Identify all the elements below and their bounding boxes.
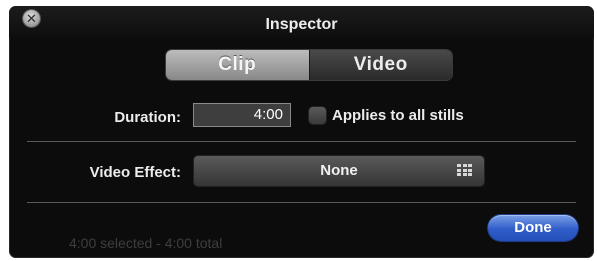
- selection-status-text: 4:00 selected - 4:00 total: [69, 235, 223, 251]
- video-effect-label: Video Effect:: [89, 164, 181, 181]
- clip-video-segmented-control: Clip Video: [166, 50, 452, 80]
- video-effect-select[interactable]: None: [194, 156, 484, 186]
- done-button[interactable]: Done: [488, 215, 578, 241]
- window-title: Inspector: [265, 16, 338, 33]
- duration-label: Duration:: [114, 109, 181, 126]
- divider: [27, 141, 576, 142]
- applies-to-all-stills-label[interactable]: Applies to all stills: [332, 107, 464, 124]
- video-effect-value: None: [320, 162, 358, 179]
- divider: [27, 202, 576, 203]
- inspector-panel: ✕ Inspector Clip Video Duration: 4:00 Ap…: [9, 6, 594, 258]
- grid-icon: [457, 164, 472, 177]
- tab-clip[interactable]: Clip: [166, 50, 309, 80]
- title-bar: ✕ Inspector: [9, 6, 594, 38]
- duration-field[interactable]: 4:00: [193, 103, 291, 127]
- tab-video[interactable]: Video: [308, 50, 452, 80]
- applies-to-all-stills-checkbox[interactable]: [309, 107, 326, 124]
